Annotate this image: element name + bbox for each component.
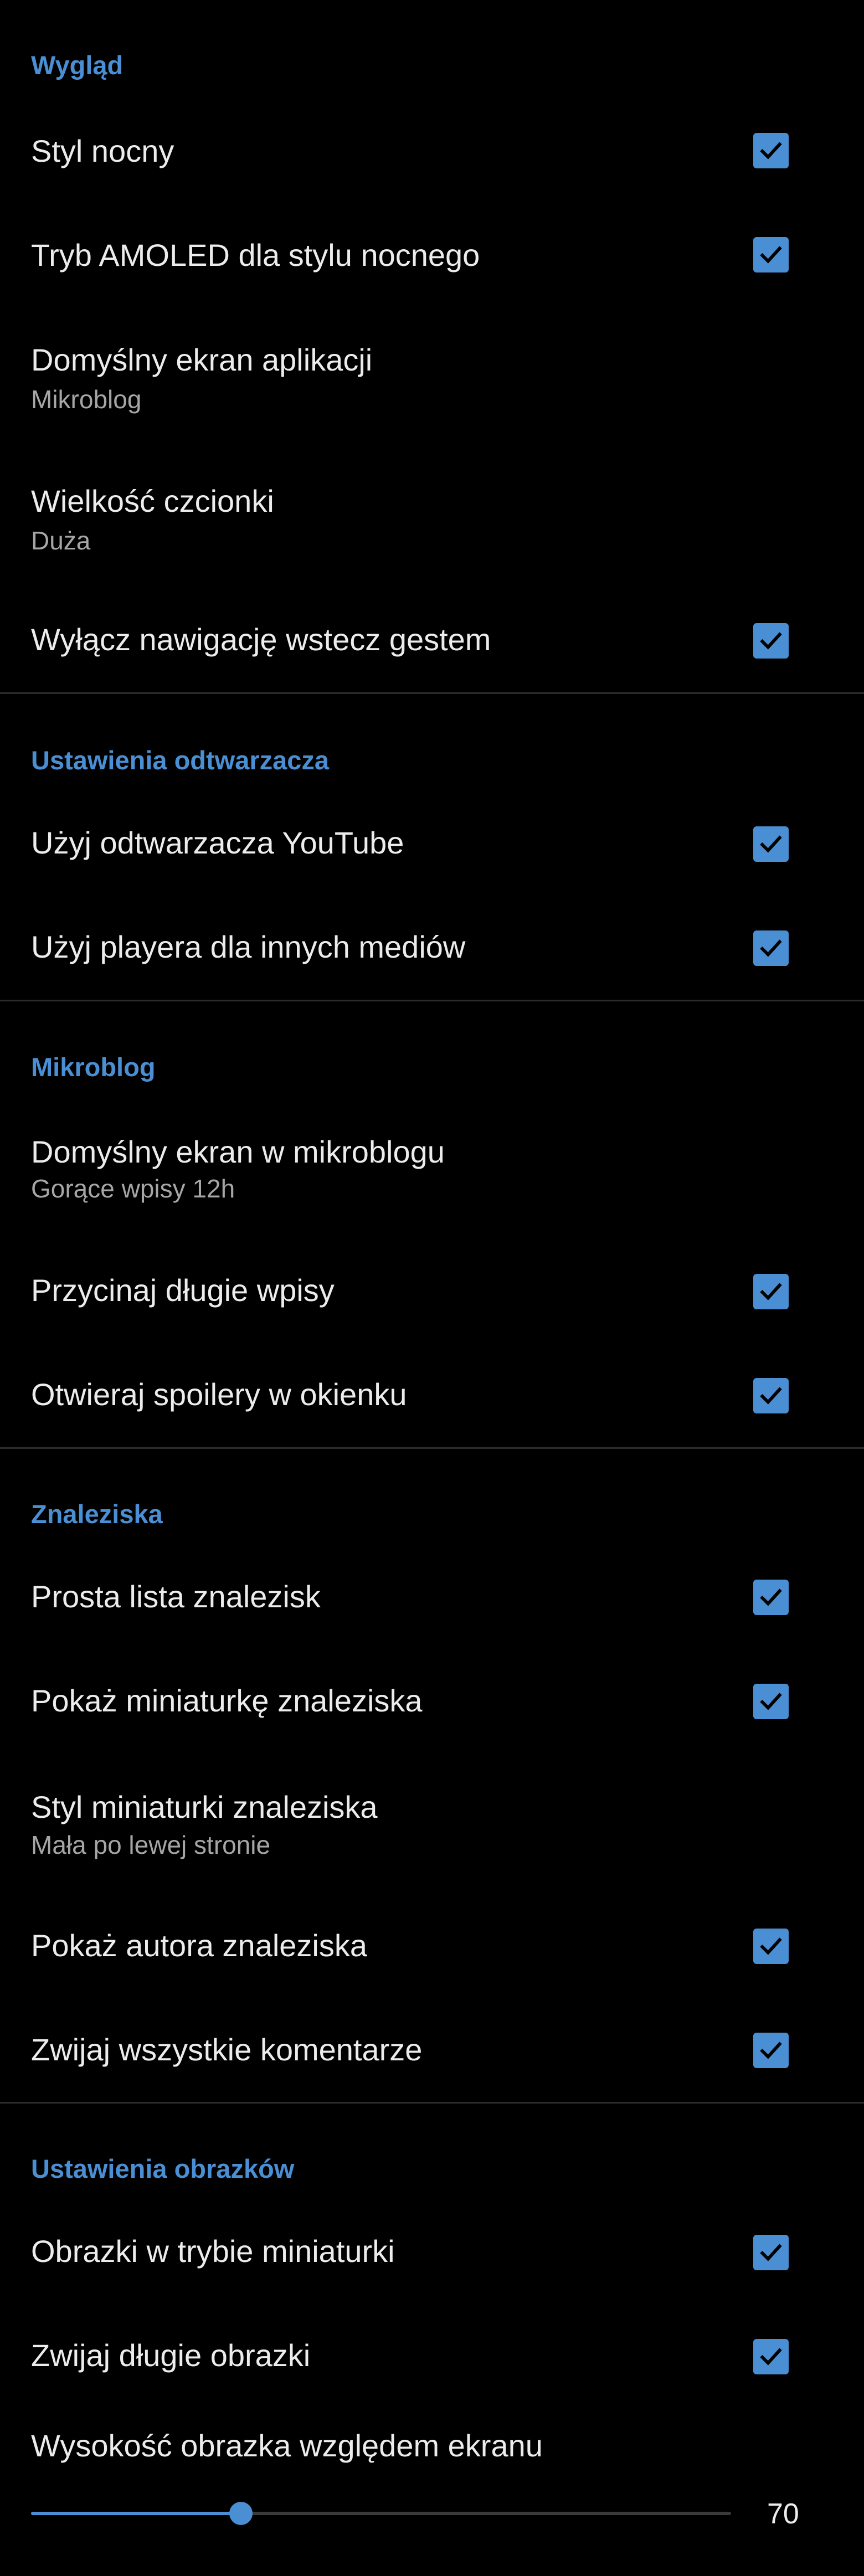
pref-title: Styl nocny [31,133,174,168]
slider-fill [31,2512,241,2515]
pref-title: Domyślny ekran w mikroblogu [31,1134,445,1169]
pref-title: Styl miniaturki znaleziska [31,1790,378,1824]
section-header-microblog: Mikroblog [31,1052,156,1082]
pref-collapse-long-images[interactable]: Zwijaj długie obrazki [0,2306,864,2408]
check-icon [760,2348,782,2366]
section-header-appearance: Wygląd [31,50,124,80]
pref-microblog-default-screen[interactable]: Domyślny ekran w mikroblogu Gorące wpisy… [0,1099,864,1238]
section-divider [0,2102,864,2104]
pref-title: Wysokość obrazka względem ekranu [31,2428,543,2463]
pref-title: Domyślny ekran aplikacji [31,342,373,377]
pref-title: Użyj playera dla innych mediów [31,929,466,964]
pref-title: Tryb AMOLED dla stylu nocnego [31,238,480,272]
pref-title: Pokaż miniaturkę znaleziska [31,1683,423,1718]
show-thumbnail-checkbox[interactable] [753,1684,789,1719]
pref-title: Przycinaj długie wpisy [31,1273,335,1308]
check-icon [760,1588,782,1606]
pref-thumbnail-style[interactable]: Styl miniaturki znaleziska Mała po lewej… [0,1756,864,1894]
pref-summary: Gorące wpisy 12h [31,1174,235,1203]
simple-list-checkbox[interactable] [753,1580,789,1615]
section-divider [0,692,864,694]
night-style-checkbox[interactable] [753,133,789,168]
slider-value: 70 [767,2498,799,2530]
section-divider [0,1000,864,1001]
pref-title: Użyj odtwarzacza YouTube [31,825,404,860]
check-icon [760,939,782,957]
check-icon [760,835,782,853]
pref-title: Prosta lista znalezisk [31,1579,321,1614]
collapse-comments-checkbox[interactable] [753,2033,789,2068]
pref-title: Otwieraj spoilery w okienku [31,1377,407,1412]
pref-spoilers-popup[interactable]: Otwieraj spoilery w okienku [0,1345,864,1447]
pref-thumbnail-mode[interactable]: Obrazki w trybie miniaturki [0,2202,864,2304]
pref-show-thumbnail[interactable]: Pokaż miniaturkę znaleziska [0,1649,864,1752]
collapse-long-images-checkbox[interactable] [753,2339,789,2374]
youtube-player-checkbox[interactable] [753,826,789,862]
disable-back-gesture-checkbox[interactable] [753,623,789,659]
check-icon [760,2042,782,2059]
pref-summary: Duża [31,526,91,555]
spoilers-popup-checkbox[interactable] [753,1378,789,1413]
show-author-checkbox[interactable] [753,1929,789,1964]
check-icon [760,1693,782,1710]
pref-night-style[interactable]: Styl nocny [0,100,864,202]
other-media-player-checkbox[interactable] [753,930,789,966]
pref-summary: Mikroblog [31,385,142,414]
thumbnail-mode-checkbox[interactable] [753,2235,789,2270]
pref-truncate-long[interactable]: Przycinaj długie wpisy [0,1241,864,1343]
pref-disable-back-gesture[interactable]: Wyłącz nawigację wstecz gestem [0,590,864,692]
pref-title: Zwijaj wszystkie komentarze [31,2032,423,2067]
pref-show-author[interactable]: Pokaż autora znaleziska [0,1894,864,1997]
pref-simple-list[interactable]: Prosta lista znalezisk [0,1545,864,1648]
pref-title: Wyłącz nawigację wstecz gestem [31,622,491,657]
pref-default-screen[interactable]: Domyślny ekran aplikacji Mikroblog [0,310,864,449]
section-header-images: Ustawienia obrazków [31,2154,295,2183]
image-height-slider[interactable] [31,2502,731,2525]
pref-other-media-player[interactable]: Użyj playera dla innych mediów [0,897,864,1000]
check-icon [760,1387,782,1405]
check-icon [760,2244,782,2261]
section-header-links: Znaleziska [31,1499,163,1529]
pref-title: Obrazki w trybie miniaturki [31,2234,395,2269]
amoled-checkbox[interactable] [753,237,789,272]
truncate-long-checkbox[interactable] [753,1274,789,1309]
slider-thumb[interactable] [229,2502,253,2525]
section-header-player: Ustawienia odtwarzacza [31,745,330,775]
check-icon [760,1937,782,1955]
check-icon [760,1283,782,1300]
pref-amoled[interactable]: Tryb AMOLED dla stylu nocnego [0,204,864,306]
pref-title: Pokaż autora znaleziska [31,1928,368,1963]
pref-title: Zwijaj długie obrazki [31,2338,311,2373]
pref-summary: Mała po lewej stronie [31,1831,271,1859]
pref-font-size[interactable]: Wielkość czcionki Duża [0,451,864,590]
check-icon [760,246,782,264]
check-icon [760,632,782,650]
check-icon [760,142,782,160]
pref-youtube-player[interactable]: Użyj odtwarzacza YouTube [0,793,864,896]
pref-collapse-comments[interactable]: Zwijaj wszystkie komentarze [0,1998,864,2101]
section-divider [0,1447,864,1449]
pref-image-height-ratio: Wysokość obrazka względem ekranu 70 [0,2409,864,2576]
pref-title: Wielkość czcionki [31,484,274,518]
